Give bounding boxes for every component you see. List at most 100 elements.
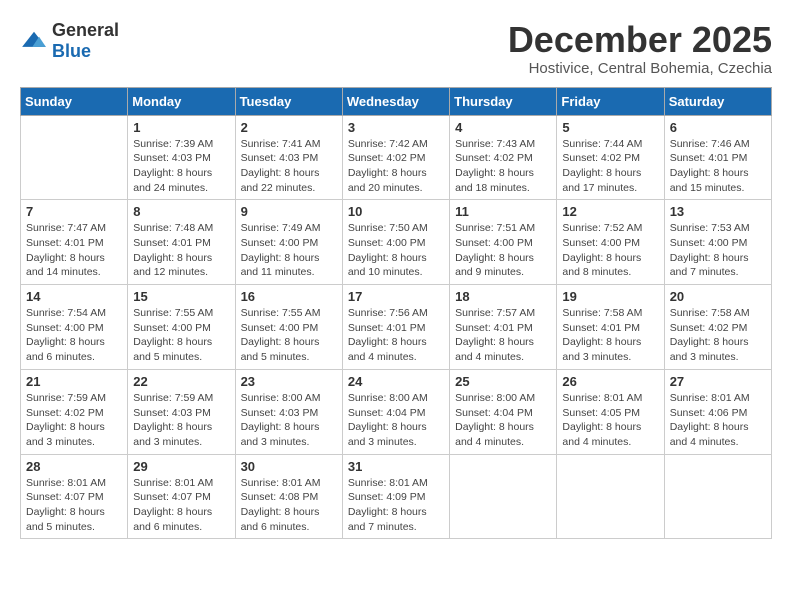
table-row: 31Sunrise: 8:01 AMSunset: 4:09 PMDayligh… — [342, 454, 449, 539]
sunrise-text: Sunrise: 8:01 AM — [26, 477, 106, 489]
daylight-text: Daylight: 8 hours and 4 minutes. — [348, 336, 427, 363]
daylight-text: Daylight: 8 hours and 4 minutes. — [670, 421, 749, 448]
calendar-week-3: 21 Sunrise: 7:59 AM Sunset: 4:02 PM Dayligh… — [21, 369, 772, 454]
calendar-week-0: 1 Sunrise: 7:39 AMSunset: 4:03 PMDaylight… — [21, 115, 772, 200]
sunset-text: Sunset: 4:04 PM — [455, 407, 533, 419]
table-row: 25Sunrise: 8:00 AMSunset: 4:04 PMDayligh… — [450, 369, 557, 454]
day-detail: Sunrise: 7:48 AMSunset: 4:01 PMDaylight:… — [133, 221, 229, 280]
day-detail: Sunrise: 8:00 AMSunset: 4:03 PMDaylight:… — [241, 391, 337, 450]
sunset-text: Sunset: 4:01 PM — [455, 322, 533, 334]
sunset-text: Sunset: 4:01 PM — [670, 152, 748, 164]
sunset-text: Sunset: 4:03 PM — [133, 407, 211, 419]
sunrise-text: Sunrise: 8:00 AM — [348, 392, 428, 404]
day-detail: Sunrise: 7:50 AMSunset: 4:00 PMDaylight:… — [348, 221, 444, 280]
day-number: 18 — [455, 289, 551, 304]
logo-icon — [20, 30, 48, 52]
daylight-text: Daylight: 8 hours and 3 minutes. — [26, 421, 105, 448]
day-number: 4 — [455, 120, 551, 135]
day-number: 21 — [26, 374, 122, 389]
sunset-text: Sunset: 4:00 PM — [241, 237, 319, 249]
daylight-text: Daylight: 8 hours and 24 minutes. — [133, 167, 212, 194]
calendar-title: December 2025 — [508, 20, 772, 60]
day-detail: Sunrise: 8:01 AMSunset: 4:07 PMDaylight:… — [26, 476, 122, 535]
day-number: 5 — [562, 120, 658, 135]
col-sunday: Sunday — [21, 87, 128, 115]
logo-general: General — [52, 20, 119, 40]
calendar-week-4: 28Sunrise: 8:01 AMSunset: 4:07 PMDayligh… — [21, 454, 772, 539]
sunrise-text: Sunrise: 7:55 AM — [133, 307, 213, 319]
daylight-text: Daylight: 8 hours and 7 minutes. — [670, 252, 749, 279]
daylight-text: Daylight: 8 hours and 3 minutes. — [133, 421, 212, 448]
daylight-text: Daylight: 8 hours and 3 minutes. — [670, 336, 749, 363]
calendar-table: Sunday Monday Tuesday Wednesday Thursday… — [20, 87, 772, 540]
sunrise-text: Sunrise: 8:00 AM — [241, 392, 321, 404]
day-number: 8 — [133, 204, 229, 219]
daylight-text: Daylight: 8 hours and 4 minutes. — [562, 421, 641, 448]
calendar-body: 1 Sunrise: 7:39 AMSunset: 4:03 PMDaylight… — [21, 115, 772, 539]
daylight-text: Daylight: 8 hours and 14 minutes. — [26, 252, 105, 279]
table-row: 28Sunrise: 8:01 AMSunset: 4:07 PMDayligh… — [21, 454, 128, 539]
day-number: 20 — [670, 289, 766, 304]
day-number: 27 — [670, 374, 766, 389]
sunset-text: Sunset: 4:00 PM — [133, 322, 211, 334]
table-row: 15Sunrise: 7:55 AMSunset: 4:00 PMDayligh… — [128, 285, 235, 370]
table-row: 11 Sunrise: 7:51 AM Sunset: 4:00 PM Dayligh… — [450, 200, 557, 285]
header-row: Sunday Monday Tuesday Wednesday Thursday… — [21, 87, 772, 115]
table-row: 3Sunrise: 7:42 AMSunset: 4:02 PMDaylight… — [342, 115, 449, 200]
day-detail: Sunrise: 8:00 AMSunset: 4:04 PMDaylight:… — [455, 391, 551, 450]
calendar-week-2: 14Sunrise: 7:54 AMSunset: 4:00 PMDayligh… — [21, 285, 772, 370]
day-number: 11 — [455, 204, 551, 219]
table-row: 24Sunrise: 8:00 AMSunset: 4:04 PMDayligh… — [342, 369, 449, 454]
day-detail: Sunrise: 7:54 AMSunset: 4:00 PMDaylight:… — [26, 306, 122, 365]
daylight-text: Daylight: 8 hours and 15 minutes. — [670, 167, 749, 194]
day-detail: Sunrise: 7:43 AMSunset: 4:02 PMDaylight:… — [455, 137, 551, 196]
sunrise-text: Sunrise: 7:55 AM — [241, 307, 321, 319]
sunset-text: Sunset: 4:00 PM — [348, 237, 426, 249]
table-row: 23Sunrise: 8:00 AMSunset: 4:03 PMDayligh… — [235, 369, 342, 454]
page-header: General Blue December 2025 Hostivice, Ce… — [20, 20, 772, 77]
day-detail: Sunrise: 8:01 AMSunset: 4:07 PMDaylight:… — [133, 476, 229, 535]
day-number: 31 — [348, 459, 444, 474]
day-detail: Sunrise: 7:39 AMSunset: 4:03 PMDaylight:… — [133, 137, 229, 196]
sunset-text: Sunset: 4:02 PM — [670, 322, 748, 334]
sunrise-text: Sunrise: 7:49 AM — [241, 222, 321, 234]
table-row: 12Sunrise: 7:52 AMSunset: 4:00 PMDayligh… — [557, 200, 664, 285]
sunset-text: Sunset: 4:05 PM — [562, 407, 640, 419]
daylight-text: Daylight: 8 hours and 3 minutes. — [348, 421, 427, 448]
table-row: 20 Sunrise: 7:58 AMSunset: 4:02 PMDayligh… — [664, 285, 771, 370]
daylight-text: Daylight: 8 hours and 6 minutes. — [133, 506, 212, 533]
day-detail: Sunrise: 7:42 AMSunset: 4:02 PMDaylight:… — [348, 137, 444, 196]
table-row: 22Sunrise: 7:59 AMSunset: 4:03 PMDayligh… — [128, 369, 235, 454]
day-detail: Sunrise: 7:44 AMSunset: 4:02 PMDaylight:… — [562, 137, 658, 196]
daylight-text: Daylight: 8 hours and 6 minutes. — [26, 336, 105, 363]
sunrise-text: Sunrise: 7:59 AM — [133, 392, 213, 404]
table-row — [450, 454, 557, 539]
table-row: 17Sunrise: 7:56 AMSunset: 4:01 PMDayligh… — [342, 285, 449, 370]
day-detail: Sunrise: 8:01 AMSunset: 4:08 PMDaylight:… — [241, 476, 337, 535]
sunrise-text: Sunrise: 7:56 AM — [348, 307, 428, 319]
sunset-text: Sunset: 4:02 PM — [348, 152, 426, 164]
sunset-text: Sunset: 4:02 PM — [26, 407, 104, 419]
sunset-text: Sunset: 4:00 PM — [455, 237, 533, 249]
daylight-text: Daylight: 8 hours and 8 minutes. — [562, 252, 641, 279]
day-detail: Sunrise: 7:58 AMSunset: 4:02 PMDaylight:… — [670, 306, 766, 365]
sunset-text: Sunset: 4:01 PM — [133, 237, 211, 249]
day-number: 1 — [133, 120, 229, 135]
daylight-text: Daylight: 8 hours and 9 minutes. — [455, 252, 534, 279]
day-number: 26 — [562, 374, 658, 389]
sunrise-text: Sunrise: 7:48 AM — [133, 222, 213, 234]
sunrise-text: Sunrise: 7:52 AM — [562, 222, 642, 234]
table-row: 1 Sunrise: 7:39 AMSunset: 4:03 PMDaylight… — [128, 115, 235, 200]
table-row: 14Sunrise: 7:54 AMSunset: 4:00 PMDayligh… — [21, 285, 128, 370]
day-number: 17 — [348, 289, 444, 304]
daylight-text: Daylight: 8 hours and 20 minutes. — [348, 167, 427, 194]
sunrise-text: Sunrise: 7:51 AM — [455, 222, 535, 234]
table-row: 19Sunrise: 7:58 AMSunset: 4:01 PMDayligh… — [557, 285, 664, 370]
day-number: 13 — [670, 204, 766, 219]
day-detail: Sunrise: 7:53 AMSunset: 4:00 PMDaylight:… — [670, 221, 766, 280]
day-detail: Sunrise: 7:59 AM Sunset: 4:03 PM Daylight:… — [133, 391, 229, 450]
table-row: 30Sunrise: 8:01 AMSunset: 4:08 PMDayligh… — [235, 454, 342, 539]
day-detail: Sunrise: 8:00 AMSunset: 4:04 PMDaylight:… — [348, 391, 444, 450]
col-friday: Friday — [557, 87, 664, 115]
col-wednesday: Wednesday — [342, 87, 449, 115]
